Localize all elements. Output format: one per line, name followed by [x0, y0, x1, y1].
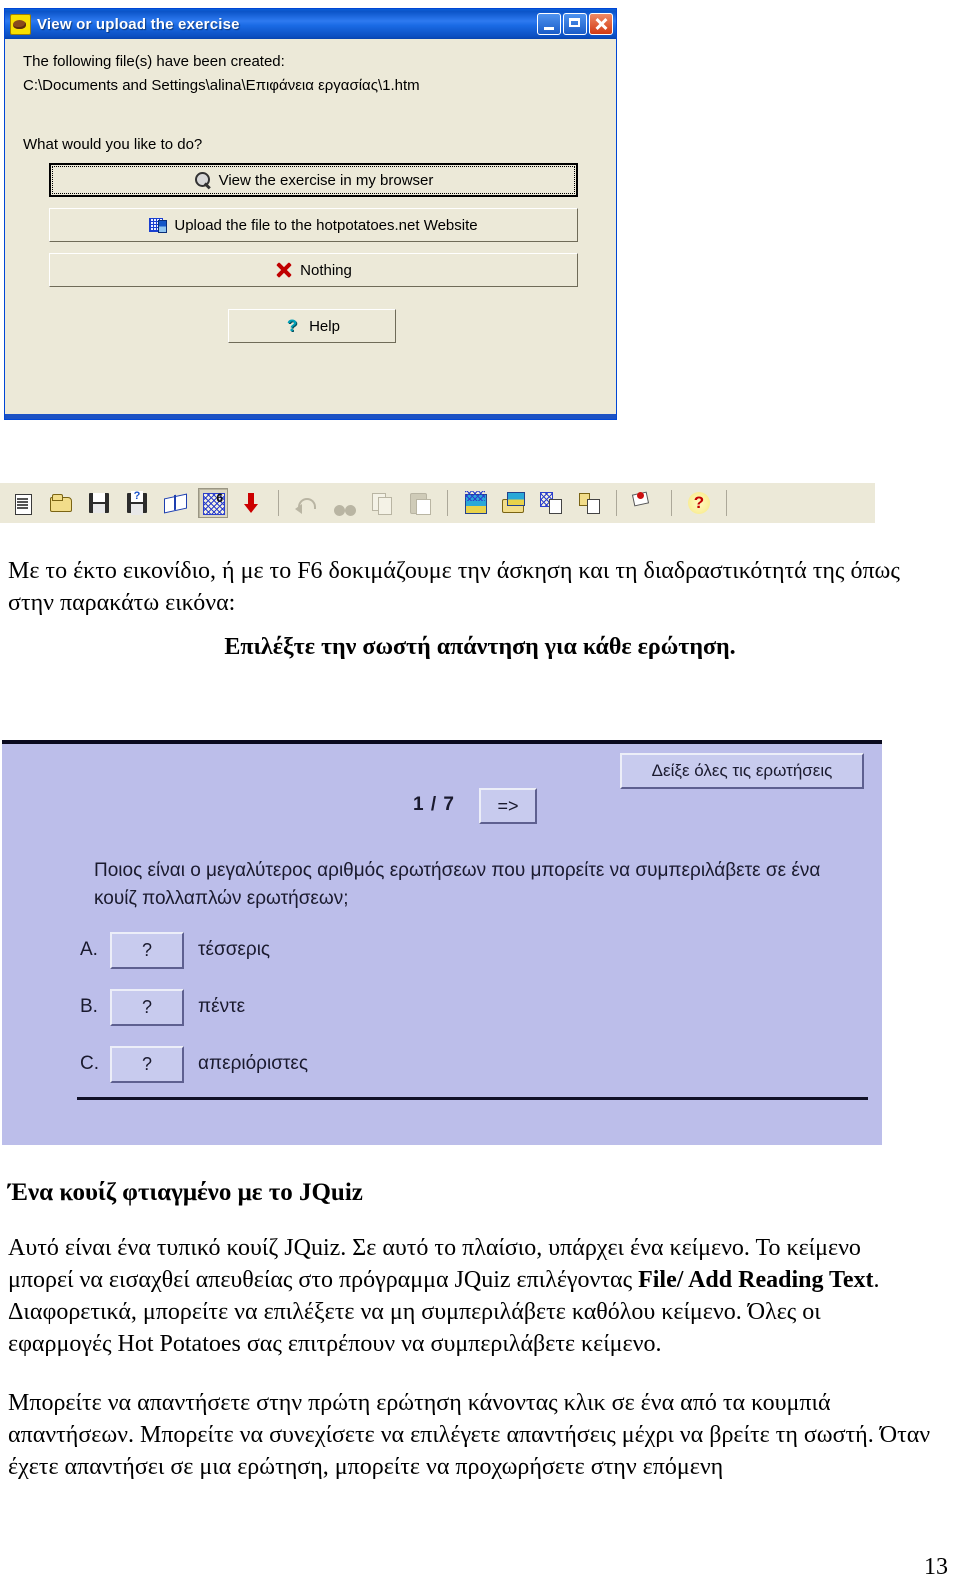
maximize-button[interactable]	[563, 13, 587, 35]
created-files-label: The following file(s) have been created:	[23, 53, 285, 70]
intro-line-1: Με το έκτο εικονίδιο, ή με το F6 δοκιμάζ…	[8, 558, 845, 584]
close-button[interactable]	[589, 13, 613, 35]
dialog-prompt: What would you like to do?	[23, 136, 203, 153]
book-icon[interactable]	[160, 488, 190, 518]
option-answer-button[interactable]: ?	[110, 988, 184, 1026]
picture-from-file-icon[interactable]	[498, 488, 528, 518]
show-all-questions-button[interactable]: Δείξε όλες τις ερωτήσεις	[620, 753, 864, 789]
option-letter: C.	[80, 1053, 99, 1074]
help-icon[interactable]: ?	[684, 488, 714, 518]
view-in-browser-label: View the exercise in my browser	[218, 171, 434, 189]
centered-heading: Επιλέξτε την σωστή απάντηση για κάθε ερώ…	[224, 634, 736, 660]
quiz-option-b: B. ? πέντε	[80, 987, 308, 1027]
option-answer-button[interactable]: ?	[110, 931, 184, 969]
jquiz-section-heading: Ένα κουίζ φτιαγμένο με το JQuiz	[8, 1179, 363, 1206]
toolbar-separator	[671, 490, 672, 516]
application-toolbar: ?	[0, 483, 875, 523]
window-controls	[537, 13, 613, 35]
nothing-button[interactable]: Nothing	[49, 253, 578, 287]
dialog-title: View or upload the exercise	[37, 15, 240, 33]
magnifier-icon	[194, 171, 212, 189]
quiz-horizontal-rule	[77, 1097, 868, 1100]
page-number: 13	[924, 1554, 948, 1580]
quiz-options-list: A. ? τέσσερις B. ? πέντε C. ? απεριόριστ…	[80, 930, 308, 1101]
save-as-icon[interactable]	[122, 488, 152, 518]
dialog-titlebar: View or upload the exercise	[5, 9, 616, 39]
intro-paragraph: Με το έκτο εικονίδιο, ή με το F6 δοκιμάζ…	[8, 556, 913, 620]
open-folder-icon[interactable]	[46, 488, 76, 518]
created-file-path: C:\Documents and Settings\alina\Επιφάνει…	[23, 77, 420, 94]
copy-icon[interactable]	[367, 488, 397, 518]
paste-icon[interactable]	[405, 488, 435, 518]
undo-icon[interactable]	[291, 488, 321, 518]
dialog-body: The following file(s) have been created:…	[5, 39, 616, 343]
help-row: ? Help	[23, 309, 600, 343]
jquiz-description-paragraph: Αυτό είναι ένα τυπικό κουίζ JQuiz. Σε αυ…	[8, 1233, 928, 1361]
toolbar-separator	[447, 490, 448, 516]
option-letter: B.	[80, 996, 98, 1017]
insert-picture-icon[interactable]	[460, 488, 490, 518]
option-letter: A.	[80, 939, 98, 960]
help-button-label: Help	[309, 317, 340, 335]
dialog-bottom-accent	[5, 414, 616, 419]
view-or-upload-dialog: View or upload the exercise The followin…	[4, 8, 617, 420]
option-answer-label: απεριόριστες	[198, 1053, 309, 1074]
quiz-topbar: Δείξε όλες τις ερωτήσεις 1 / 7 =>	[2, 744, 882, 844]
next-question-button[interactable]: =>	[479, 788, 537, 824]
option-answer-label: τέσσερις	[198, 939, 271, 960]
colors-icon[interactable]	[629, 488, 659, 518]
new-document-icon[interactable]	[8, 488, 38, 518]
question-mark-icon: ?	[286, 316, 298, 335]
quiz-question-text: Ποιος είναι ο μεγαλύτερος αριθμός ερωτήσ…	[94, 860, 821, 909]
web-upload-icon	[149, 216, 168, 234]
answering-instructions-paragraph: Μπορείτε να απαντήσετε στην πρώτη ερώτησ…	[8, 1390, 931, 1480]
view-in-browser-button[interactable]: View the exercise in my browser	[49, 163, 578, 197]
upload-to-hotpotatoes-button[interactable]: Upload the file to the hotpotatoes.net W…	[49, 208, 578, 242]
minimize-button[interactable]	[537, 13, 561, 35]
quiz-option-c: C. ? απεριόριστες	[80, 1044, 308, 1084]
file-add-reading-text-bold: File/ Add Reading Text	[638, 1266, 874, 1293]
help-button[interactable]: ? Help	[227, 309, 396, 343]
quiz-option-a: A. ? τέσσερις	[80, 930, 308, 970]
option-answer-button[interactable]: ?	[110, 1045, 184, 1083]
nothing-label: Nothing	[300, 261, 352, 279]
insert-web-link-icon[interactable]	[536, 488, 566, 518]
upload-to-hotpotatoes-label: Upload the file to the hotpotatoes.net W…	[174, 216, 478, 234]
red-down-arrow-icon[interactable]	[236, 488, 266, 518]
toolbar-separator	[278, 490, 279, 516]
cut-icon[interactable]	[329, 488, 359, 518]
insert-local-link-icon[interactable]	[574, 488, 604, 518]
toolbar-separator	[616, 490, 617, 516]
dialog-action-buttons: View the exercise in my browser Upload t…	[49, 163, 578, 287]
save-icon[interactable]	[84, 488, 114, 518]
toolbar-separator	[726, 490, 727, 516]
option-answer-label: πέντε	[198, 996, 246, 1017]
export-web-f6-icon[interactable]	[198, 488, 228, 518]
red-x-icon	[275, 261, 293, 279]
hot-potatoes-icon	[10, 13, 31, 35]
question-counter: 1 / 7	[413, 794, 455, 815]
jquiz-screenshot-panel: Δείξε όλες τις ερωτήσεις 1 / 7 => Ποιος …	[2, 740, 882, 1145]
